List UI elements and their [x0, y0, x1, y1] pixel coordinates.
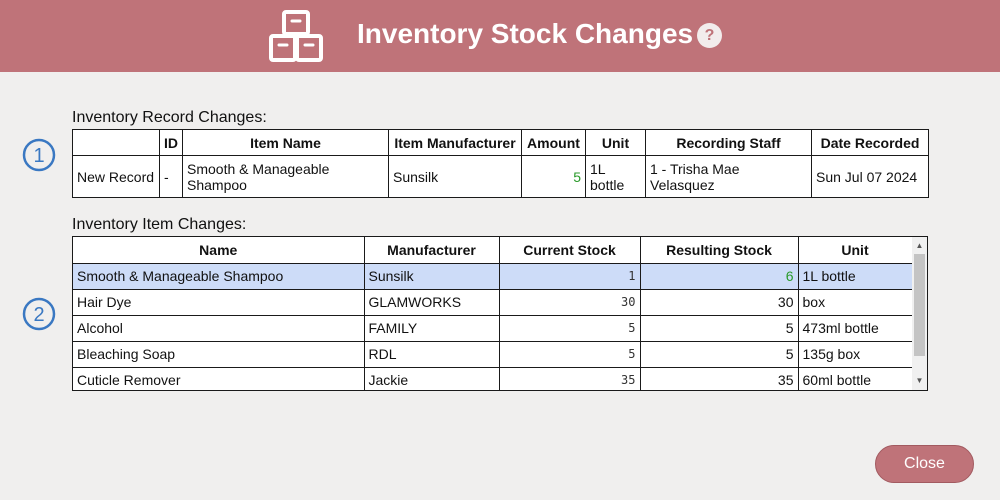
items-table-container[interactable]: Name Manufacturer Current Stock Resultin…: [72, 236, 928, 391]
scroll-down-arrow-icon[interactable]: ▼: [912, 374, 927, 388]
items-table: Name Manufacturer Current Stock Resultin…: [73, 237, 913, 390]
record-row: New Record - Smooth & Manageable Shampoo…: [72, 155, 929, 198]
item-name-cell: Cuticle Remover: [73, 366, 365, 390]
close-button[interactable]: Close: [875, 445, 974, 483]
items-col-name[interactable]: Name: [73, 237, 365, 264]
record-staff-cell: 1 - Trisha Mae Velasquez: [645, 155, 812, 198]
vertical-scrollbar[interactable]: ▲ ▼: [912, 237, 927, 390]
record-table: ID Item Name Item Manufacturer Amount Un…: [72, 129, 929, 198]
step-two-number: 2: [33, 304, 44, 326]
table-row[interactable]: Bleaching Soap RDL 5 5 135g box: [73, 340, 913, 368]
item-resulting-stock-cell: 35: [639, 366, 799, 390]
page-title: Inventory Stock Changes: [357, 18, 694, 49]
record-col-unit: Unit: [585, 129, 646, 156]
item-current-stock-cell: 30: [498, 288, 641, 316]
record-col-manufacturer: Item Manufacturer: [388, 129, 522, 156]
record-col-staff: Recording Staff: [645, 129, 812, 156]
item-name-cell: Bleaching Soap: [73, 340, 365, 368]
record-id-cell: -: [159, 155, 183, 198]
item-manufacturer-cell: GLAMWORKS: [363, 288, 500, 316]
items-col-unit[interactable]: Unit: [797, 237, 913, 264]
scrollbar-thumb[interactable]: [914, 254, 925, 356]
boxes-icon: [269, 10, 323, 62]
item-current-stock-cell: 5: [498, 340, 641, 368]
items-section-label: Inventory Item Changes:: [72, 216, 247, 233]
item-manufacturer-cell: FAMILY: [363, 314, 500, 342]
step-one-number: 1: [33, 145, 44, 167]
record-col-type: [72, 129, 160, 156]
table-row[interactable]: Smooth & Manageable Shampoo Sunsilk 1 6 …: [73, 262, 913, 290]
item-name-cell: Smooth & Manageable Shampoo: [73, 262, 365, 290]
item-current-stock-cell: 1: [498, 262, 641, 290]
items-col-resulting-stock[interactable]: Resulting Stock: [639, 237, 799, 264]
item-resulting-stock-cell: 5: [639, 340, 799, 368]
items-col-manufacturer[interactable]: Manufacturer: [363, 237, 500, 264]
table-row[interactable]: Alcohol FAMILY 5 5 473ml bottle: [73, 314, 913, 342]
item-current-stock-cell: 35: [498, 366, 641, 390]
record-unit-cell: 1L bottle: [585, 155, 646, 198]
items-col-current-stock[interactable]: Current Stock: [498, 237, 641, 264]
header-bar: Inventory Stock Changes ?: [0, 0, 1000, 72]
item-unit-cell: box: [797, 288, 913, 316]
item-unit-cell: 473ml bottle: [797, 314, 913, 342]
item-name-cell: Hair Dye: [73, 288, 365, 316]
record-col-amount: Amount: [521, 129, 586, 156]
record-table-header: ID Item Name Item Manufacturer Amount Un…: [72, 129, 929, 156]
table-row[interactable]: Hair Dye GLAMWORKS 30 30 box: [73, 288, 913, 316]
table-row[interactable]: Cuticle Remover Jackie 35 35 60ml bottle: [73, 366, 913, 390]
step-two-icon: 2: [22, 297, 56, 331]
item-resulting-stock-cell: 5: [639, 314, 799, 342]
item-manufacturer-cell: Sunsilk: [363, 262, 500, 290]
item-manufacturer-cell: RDL: [363, 340, 500, 368]
record-section-label: Inventory Record Changes:: [72, 109, 267, 126]
record-amount-cell: 5: [521, 155, 586, 198]
record-col-id: ID: [159, 129, 183, 156]
items-table-header: Name Manufacturer Current Stock Resultin…: [73, 237, 913, 264]
item-unit-cell: 1L bottle: [797, 262, 913, 290]
item-name-cell: Alcohol: [73, 314, 365, 342]
item-unit-cell: 135g box: [797, 340, 913, 368]
scroll-up-arrow-icon[interactable]: ▲: [912, 239, 927, 253]
item-unit-cell: 60ml bottle: [797, 366, 913, 390]
record-item-name-cell: Smooth & Manageable Shampoo: [182, 155, 389, 198]
record-col-item-name: Item Name: [182, 129, 389, 156]
record-type-cell: New Record: [72, 155, 160, 198]
item-resulting-stock-cell: 30: [639, 288, 799, 316]
item-current-stock-cell: 5: [498, 314, 641, 342]
item-resulting-stock-cell: 6: [639, 262, 799, 290]
record-date-cell: Sun Jul 07 2024: [811, 155, 929, 198]
step-one-icon: 1: [22, 138, 56, 172]
record-col-date: Date Recorded: [811, 129, 929, 156]
item-manufacturer-cell: Jackie: [363, 366, 500, 390]
help-icon[interactable]: ?: [697, 23, 722, 48]
record-manufacturer-cell: Sunsilk: [388, 155, 522, 198]
